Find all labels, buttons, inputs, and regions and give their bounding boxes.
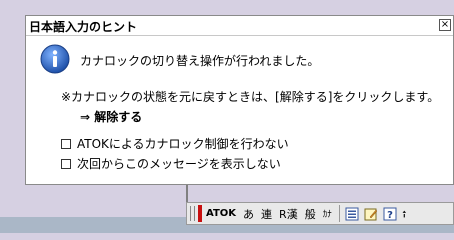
option-disable-kanalock-control[interactable]: ATOKによるカナロック制御を行わない — [61, 135, 289, 152]
checkbox[interactable] — [61, 158, 71, 169]
toolbar-separator — [338, 205, 340, 222]
popup-titlebar: 日本語入力のヒント × — [26, 16, 453, 36]
scroll-icon[interactable] — [402, 207, 410, 221]
option-label: ATOKによるカナロック制御を行わない — [77, 137, 289, 151]
checkbox[interactable] — [61, 138, 71, 149]
help-icon[interactable]: ? — [383, 207, 397, 221]
memo-icon[interactable] — [364, 207, 378, 221]
popup-title: 日本語入力のヒント — [29, 20, 138, 34]
close-button[interactable]: × — [439, 19, 451, 31]
conversion-mode-button[interactable]: 連 — [261, 206, 272, 222]
restore-link[interactable]: ⇒ 解除する — [80, 108, 142, 125]
hint-popup: 日本語入力のヒント × カナロックの切り替え操作が行われました。 ※カナロックの… — [25, 15, 454, 185]
atok-toolbar: ATOK あ 連 R漢 般 ｶﾅ ? — [186, 202, 454, 225]
input-mode-button[interactable]: あ — [243, 206, 254, 222]
popup-connector — [186, 185, 188, 202]
popup-message: カナロックの切り替え操作が行われました。 — [80, 54, 320, 68]
atok-indicator — [198, 205, 202, 222]
toolbar-grip[interactable] — [190, 206, 195, 221]
info-icon — [40, 44, 70, 74]
kana-button[interactable]: ｶﾅ — [323, 207, 332, 220]
atok-button[interactable]: ATOK — [206, 208, 236, 219]
option-label: 次回からこのメッセージを表示しない — [77, 157, 281, 171]
dictionary-button[interactable]: 般 — [305, 206, 316, 222]
menu-icon[interactable] — [345, 207, 359, 221]
popup-note: ※カナロックの状態を元に戻すときは、[解除する]をクリックします。 — [61, 90, 440, 104]
option-hide-message[interactable]: 次回からこのメッセージを表示しない — [61, 155, 281, 172]
romaji-kanji-button[interactable]: R漢 — [279, 206, 298, 222]
svg-text:?: ? — [387, 210, 393, 221]
